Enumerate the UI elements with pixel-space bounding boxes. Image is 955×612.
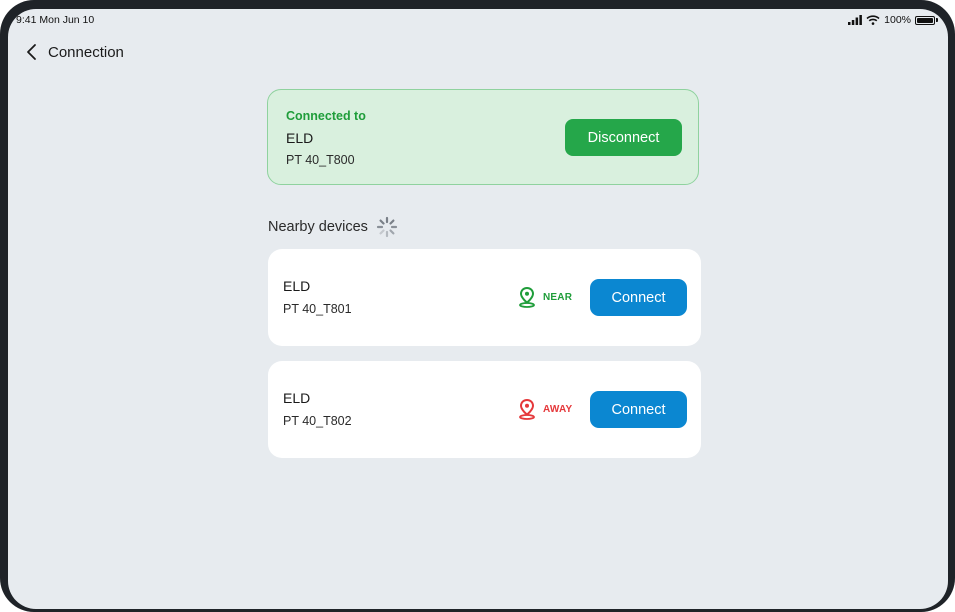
battery-percent: 100% <box>884 14 911 26</box>
proximity-label: NEAR <box>543 291 573 303</box>
connected-device-name: ELD <box>286 130 314 146</box>
spinner-icon <box>376 216 398 238</box>
chevron-left-icon <box>27 44 36 60</box>
location-pin-icon <box>519 398 535 420</box>
device-card: ELD PT 40_T802 AWAY Connect <box>268 361 701 458</box>
device-card: ELD PT 40_T801 NEAR Connect <box>268 249 701 346</box>
nearby-devices-heading: Nearby devices <box>268 216 398 238</box>
device-id: PT 40_T801 <box>283 302 352 316</box>
battery-nub <box>936 18 938 22</box>
page-title: Connection <box>48 43 124 61</box>
connect-button[interactable]: Connect <box>590 391 687 428</box>
device-id: PT 40_T802 <box>283 414 352 428</box>
status-time: 9:41 Mon Jun 10 <box>16 14 94 26</box>
connected-device-card: Connected to ELD PT 40_T800 Disconnect <box>267 89 699 185</box>
device-name: ELD <box>283 390 311 406</box>
battery-icon <box>915 15 935 25</box>
proximity-indicator: NEAR <box>517 286 572 308</box>
status-date: Mon Jun 10 <box>39 14 95 26</box>
connect-button[interactable]: Connect <box>590 279 687 316</box>
back-button[interactable]: Connection <box>26 43 124 61</box>
nearby-devices-title: Nearby devices <box>268 219 368 235</box>
location-pin-icon <box>519 286 535 308</box>
connected-label: Connected to <box>286 109 366 123</box>
status-clock: 9:41 <box>16 14 37 26</box>
screen: 9:41 Mon Jun 10 100% Connection Connecte… <box>8 9 948 609</box>
device-frame: 9:41 Mon Jun 10 100% Connection Connecte… <box>0 0 955 612</box>
device-name: ELD <box>283 278 311 294</box>
disconnect-button[interactable]: Disconnect <box>565 119 682 156</box>
status-bar: 9:41 Mon Jun 10 100% <box>8 9 948 35</box>
signal-icon <box>848 15 863 25</box>
wifi-icon <box>866 15 880 25</box>
status-indicators: 100% <box>848 14 938 26</box>
proximity-label: AWAY <box>543 403 573 415</box>
connected-device-id: PT 40_T800 <box>286 153 355 167</box>
proximity-indicator: AWAY <box>517 398 572 420</box>
